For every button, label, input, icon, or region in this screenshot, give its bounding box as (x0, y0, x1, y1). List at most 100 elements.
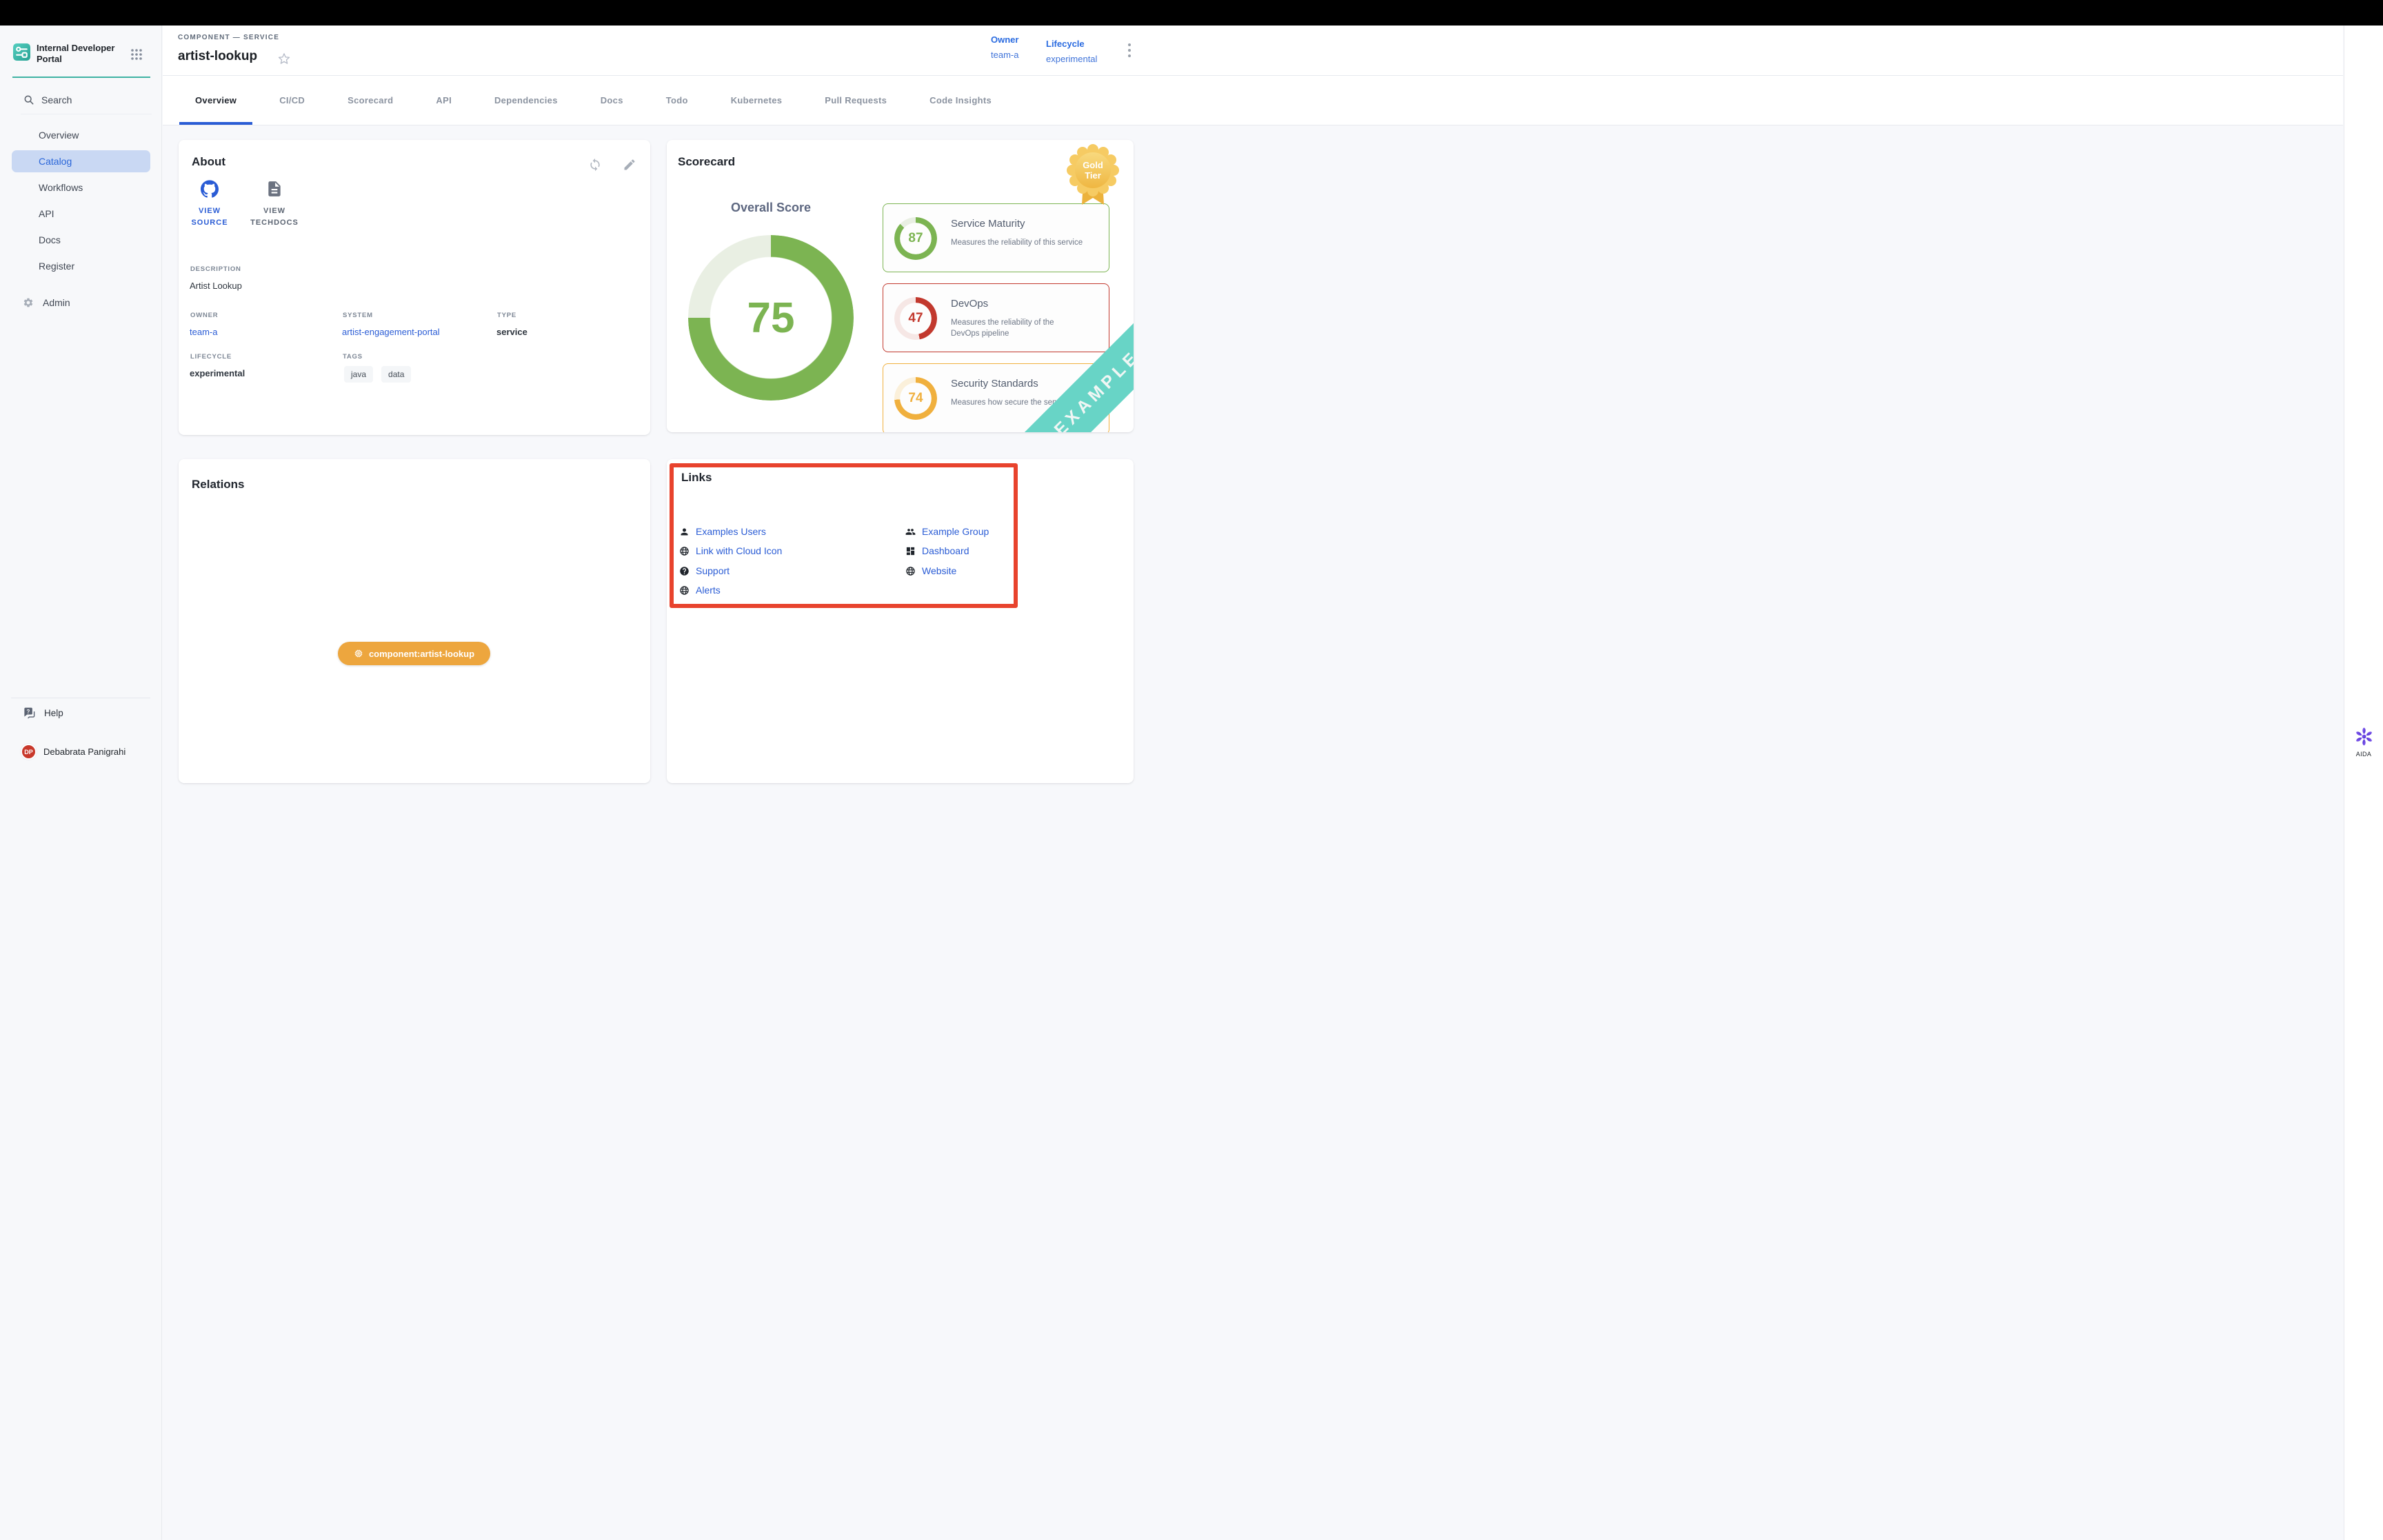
apps-grid-icon[interactable] (130, 48, 143, 61)
links-title: Links (681, 471, 712, 485)
svg-text:?: ? (26, 709, 30, 715)
metric-score: 87 (894, 217, 937, 260)
link-website[interactable]: Website (905, 565, 956, 576)
favorite-star-icon[interactable] (278, 52, 290, 65)
scorecard-card: Scorecard Gold Tier Overall Score (667, 140, 1134, 432)
link-alerts[interactable]: Alerts (679, 585, 721, 596)
metric-description: Measures the reliability of the DevOps p… (951, 317, 1061, 339)
header-lifecycle: Lifecycle experimental (1046, 39, 1097, 64)
tab-docs[interactable]: Docs (585, 76, 639, 125)
refresh-icon[interactable] (588, 158, 602, 172)
link-cloud[interactable]: Link with Cloud Icon (679, 545, 782, 556)
sidebar-item-help[interactable]: ? Help (23, 707, 63, 720)
tag-chip[interactable]: data (381, 366, 411, 383)
document-icon (265, 180, 283, 198)
tab-todo[interactable]: Todo (650, 76, 704, 125)
relations-title: Relations (192, 478, 245, 492)
link-examples-users[interactable]: Examples Users (679, 526, 766, 537)
sidebar-search[interactable]: Search (23, 94, 72, 105)
tab-cicd[interactable]: CI/CD (263, 76, 321, 125)
entity-tabs: Overview CI/CD Scorecard API Dependencie… (163, 76, 2343, 125)
group-icon (905, 527, 916, 537)
svg-text:Tier: Tier (1085, 170, 1101, 181)
view-techdocs-label: VIEWTECHDOCS (245, 205, 303, 229)
about-card: About VIEWSOURCE VIEWTECHDO (179, 140, 650, 435)
overall-score-gauge: 75 (688, 235, 854, 401)
owner-link[interactable]: team-a (991, 50, 1018, 60)
link-support[interactable]: Support (679, 565, 730, 576)
lifecycle-field-value: experimental (190, 368, 245, 378)
user-menu[interactable]: DP Debabrata Panigrahi (21, 744, 125, 760)
aida-widget[interactable]: AIDA (2353, 727, 2375, 758)
dashboard-icon (905, 546, 916, 556)
app-logo-icon (13, 43, 30, 61)
lifecycle-value: experimental (1046, 54, 1097, 64)
description-label: DESCRIPTION (190, 265, 241, 273)
tab-overview[interactable]: Overview (179, 76, 252, 125)
tab-code-insights[interactable]: Code Insights (914, 76, 1007, 125)
tab-dependencies[interactable]: Dependencies (479, 76, 574, 125)
system-field-value[interactable]: artist-engagement-portal (342, 327, 440, 337)
github-icon (201, 180, 219, 198)
tag-chip[interactable]: java (344, 366, 373, 383)
sidebar-item-api[interactable]: API (0, 201, 162, 227)
sidebar-item-overview[interactable]: Overview (0, 122, 162, 148)
metric-name: Service Maturity (951, 218, 1025, 230)
app-title: Internal Developer Portal (37, 43, 123, 65)
overall-score-label: Overall Score (688, 201, 854, 215)
relations-entity-label: component:artist-lookup (369, 649, 474, 659)
lifecycle-field-label: LIFECYCLE (190, 353, 232, 361)
link-example-group[interactable]: Example Group (905, 526, 989, 537)
globe-icon (679, 585, 690, 596)
metric-score: 47 (894, 297, 937, 340)
sidebar-item-admin[interactable]: Admin (23, 297, 70, 308)
more-options-icon[interactable] (1125, 43, 1134, 58)
sidebar-nav: Overview Catalog Workflows API Docs Regi… (0, 122, 162, 279)
metric-devops[interactable]: 47 DevOps Measures the reliability of th… (883, 283, 1109, 352)
header-owner: Owner team-a (991, 34, 1018, 60)
tab-api[interactable]: API (420, 76, 467, 125)
sidebar-item-workflows[interactable]: Workflows (0, 174, 162, 201)
aida-flower-icon (2355, 727, 2373, 746)
admin-label: Admin (43, 297, 70, 308)
gear-icon (23, 297, 34, 308)
page-header: COMPONENT — SERVICE artist-lookup Owner … (163, 26, 2343, 76)
overall-score-value: 75 (688, 235, 854, 401)
main-area: COMPONENT — SERVICE artist-lookup Owner … (163, 26, 2343, 1540)
aida-label: AIDA (2353, 751, 2375, 758)
sidebar-item-register[interactable]: Register (0, 253, 162, 279)
owner-field-value[interactable]: team-a (190, 327, 217, 337)
sidebar: Internal Developer Portal Search Overvie… (0, 26, 162, 1540)
view-techdocs-link[interactable]: VIEWTECHDOCS (245, 180, 303, 229)
relations-entity-node[interactable]: component:artist-lookup (338, 642, 490, 665)
edit-icon[interactable] (623, 158, 636, 172)
scorecard-title: Scorecard (678, 155, 735, 169)
globe-icon (905, 566, 916, 576)
tab-scorecard[interactable]: Scorecard (332, 76, 409, 125)
owner-field-label: OWNER (190, 312, 218, 319)
tags-field-label: TAGS (343, 353, 363, 361)
search-label: Search (41, 94, 72, 105)
lifecycle-label: Lifecycle (1046, 39, 1097, 49)
tab-pull-requests[interactable]: Pull Requests (809, 76, 903, 125)
sidebar-accent-divider (12, 77, 150, 78)
component-chip-icon (354, 649, 363, 658)
page-title: artist-lookup (178, 49, 257, 64)
type-field-value: service (496, 327, 527, 337)
metric-name: DevOps (951, 298, 988, 310)
sidebar-item-docs[interactable]: Docs (0, 227, 162, 253)
sidebar-item-catalog[interactable]: Catalog (12, 150, 150, 172)
link-dashboard[interactable]: Dashboard (905, 545, 969, 556)
search-icon (23, 94, 34, 105)
right-utility-strip: AIDA (2344, 26, 2383, 1540)
svg-text:Gold: Gold (1083, 160, 1103, 170)
metric-service-maturity[interactable]: 87 Service Maturity Measures the reliabi… (883, 203, 1109, 272)
tab-kubernetes[interactable]: Kubernetes (715, 76, 798, 125)
gold-tier-badge: Gold Tier (1065, 144, 1120, 206)
avatar: DP (21, 744, 37, 760)
about-title: About (192, 155, 225, 169)
metric-score: 74 (894, 377, 937, 420)
metric-gauge: 47 (894, 297, 937, 340)
relations-card: Relations component:artist-lookup (179, 459, 650, 783)
view-source-link[interactable]: VIEWSOURCE (181, 180, 239, 229)
